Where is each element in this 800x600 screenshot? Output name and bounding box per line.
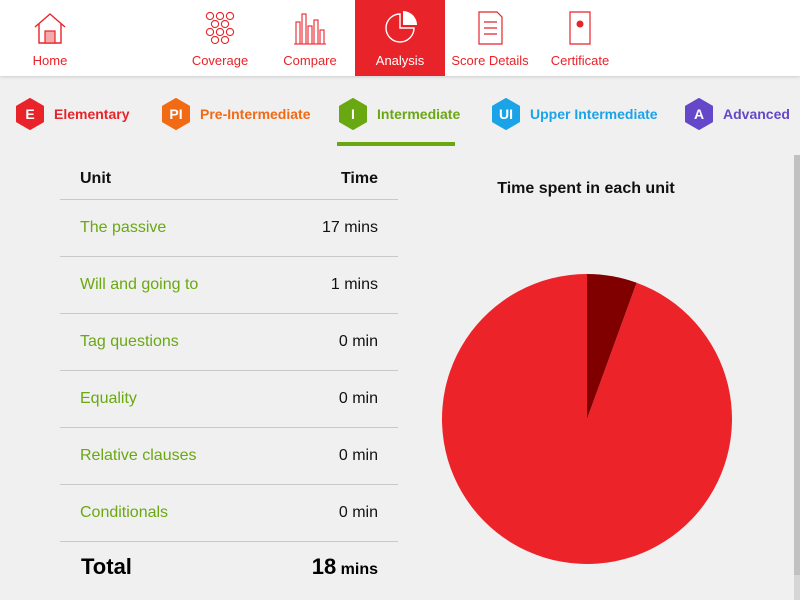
unit-time: 0 min [338, 333, 378, 350]
nav-certificate-label: Certificate [550, 53, 610, 68]
unit-column-header: Unit [80, 170, 112, 187]
unit-name: Conditionals [80, 504, 169, 521]
advanced-badge-icon: A [683, 98, 715, 130]
level-tab-advanced[interactable]: A Advanced [683, 97, 790, 131]
table-row: Equality 0 min [60, 370, 398, 427]
level-name: Advanced [723, 106, 790, 122]
pie-chart-icon [385, 11, 417, 43]
table-row: Will and going to 1 mins [60, 256, 398, 313]
unit-name: Equality [80, 390, 137, 407]
unit-name: Tag questions [80, 333, 179, 350]
hexagon-grid-icon [205, 11, 235, 45]
intermediate-badge-icon: I [337, 98, 369, 130]
unit-name: Will and going to [80, 276, 199, 293]
document-icon [478, 11, 503, 45]
elementary-badge-icon: E [14, 98, 46, 130]
table-row: Tag questions 0 min [60, 313, 398, 370]
active-level-underline [337, 142, 455, 146]
top-navigation: Home Coverage Compare Analysis Score Det… [0, 0, 800, 76]
unit-time: 17 mins [321, 219, 378, 236]
level-tab-elementary[interactable]: E Elementary [14, 97, 129, 131]
home-icon [34, 13, 66, 44]
chart-title: Time spent in each unit [497, 180, 675, 197]
unit-name: The passive [80, 219, 167, 236]
nav-compare-label: Compare [283, 53, 337, 68]
table-row: Relative clauses 0 min [60, 427, 398, 484]
nav-score-details[interactable]: Score Details [445, 0, 535, 76]
total-number: 18 [311, 554, 337, 579]
unit-time: 0 min [338, 504, 378, 521]
nav-analysis-label: Analysis [375, 53, 425, 68]
total-unit: mins [340, 561, 378, 578]
table-row: Conditionals 0 min [60, 484, 398, 541]
nav-home-label: Home [32, 53, 68, 68]
level-tab-pre-intermediate[interactable]: PI Pre-Intermediate [160, 97, 310, 131]
level-name: Intermediate [377, 106, 461, 122]
unit-time: 1 mins [330, 276, 378, 293]
level-name: Pre-Intermediate [200, 106, 311, 122]
total-value: 18 mins [312, 554, 378, 580]
pre-intermediate-badge-icon: PI [160, 98, 192, 130]
level-tab-intermediate[interactable]: I Intermediate [337, 97, 460, 131]
upper-intermediate-badge-icon: UI [490, 98, 522, 130]
nav-coverage-label: Coverage [191, 53, 249, 68]
level-name: Upper Intermediate [530, 106, 658, 122]
scrollbar-thumb[interactable] [794, 155, 800, 575]
total-label: Total [81, 554, 132, 579]
table-row: The passive 17 mins [60, 199, 398, 256]
level-tab-upper-intermediate[interactable]: UI Upper Intermediate [490, 97, 658, 131]
nav-analysis[interactable]: Analysis [355, 0, 445, 76]
certificate-icon [569, 11, 591, 45]
nav-score-details-label: Score Details [451, 53, 529, 68]
unit-time: 0 min [338, 447, 378, 464]
level-name: Elementary [54, 106, 130, 122]
time-pie-chart [442, 274, 732, 564]
unit-name: Relative clauses [80, 447, 197, 464]
bar-chart-icon [294, 13, 326, 45]
unit-time: 0 min [338, 390, 378, 407]
nav-home[interactable]: Home [5, 0, 95, 76]
nav-coverage[interactable]: Coverage [175, 0, 265, 76]
time-column-header: Time [340, 170, 378, 187]
total-row: Total 18 mins [60, 541, 398, 592]
nav-compare[interactable]: Compare [265, 0, 355, 76]
nav-certificate[interactable]: Certificate [535, 0, 625, 76]
